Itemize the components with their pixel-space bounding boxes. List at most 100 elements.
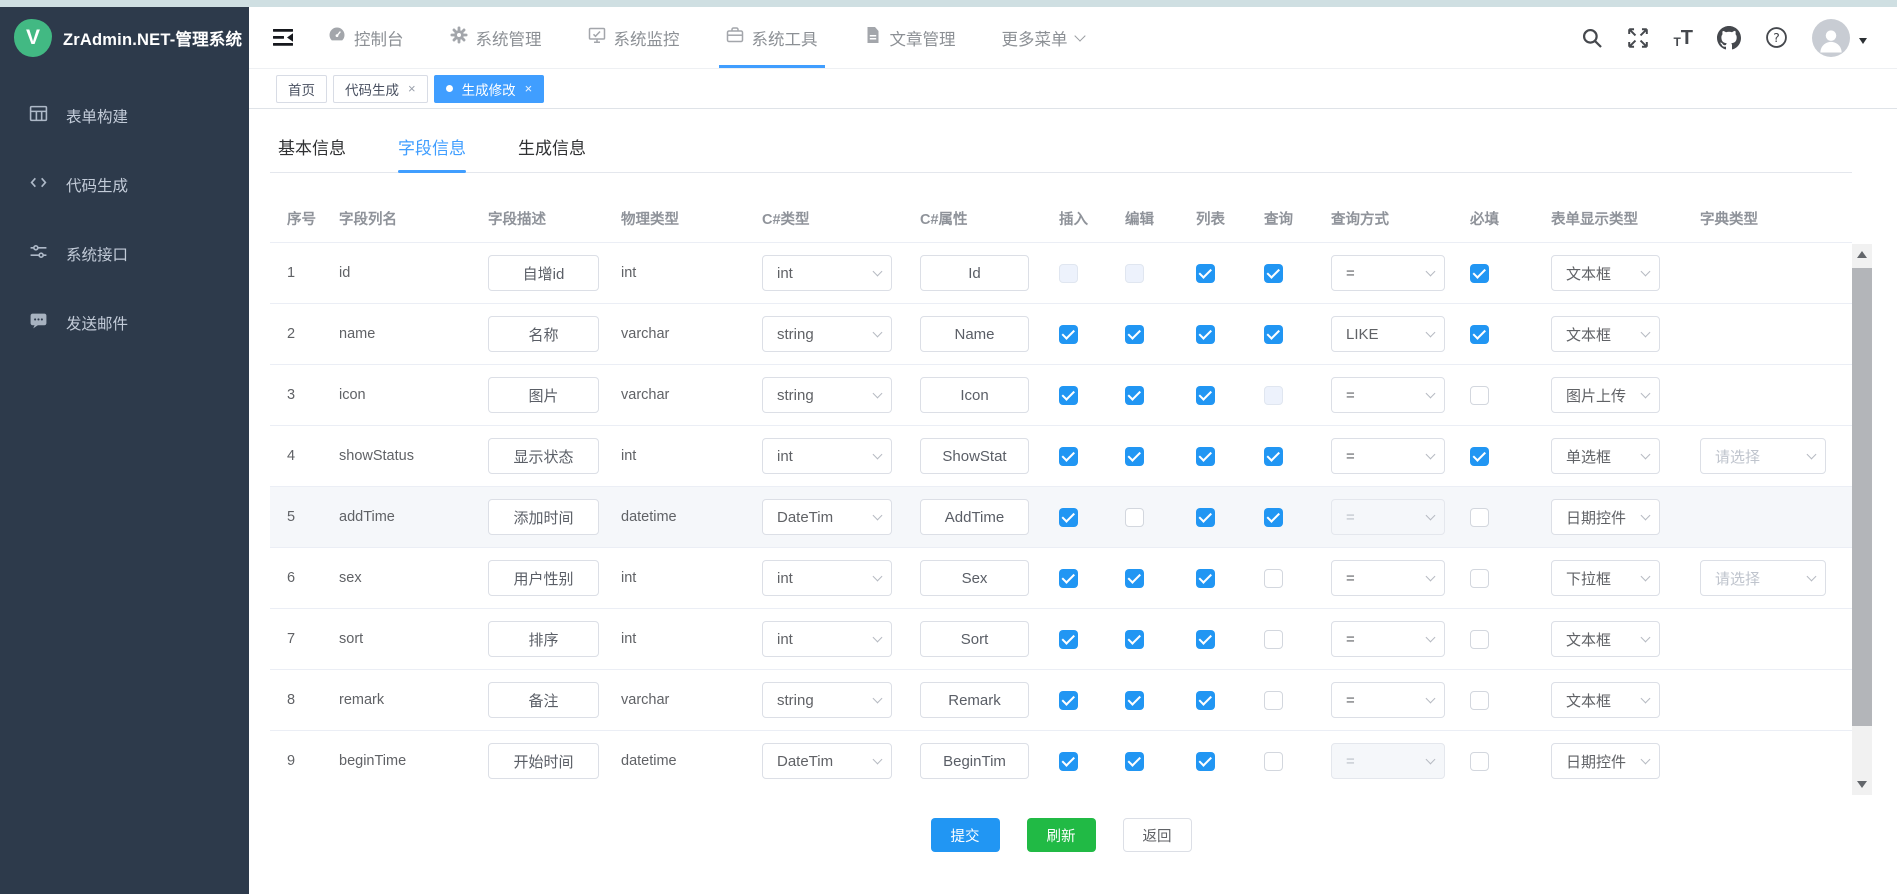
display-type-select[interactable]: 日期控件 — [1551, 743, 1660, 779]
list-checkbox[interactable] — [1196, 447, 1215, 466]
list-checkbox[interactable] — [1196, 264, 1215, 283]
edit-checkbox[interactable] — [1125, 386, 1144, 405]
query-checkbox[interactable] — [1264, 630, 1283, 649]
query-checkbox[interactable] — [1264, 508, 1283, 527]
nav-item-system-manage[interactable]: 系统管理 — [427, 7, 565, 68]
display-type-select[interactable]: 文本框 — [1551, 255, 1660, 291]
edit-checkbox[interactable] — [1125, 630, 1144, 649]
user-avatar-menu[interactable] — [1812, 19, 1867, 57]
required-checkbox[interactable] — [1470, 630, 1489, 649]
query-mode-select[interactable]: = — [1331, 682, 1445, 718]
collapse-sidebar-icon[interactable] — [273, 29, 293, 46]
dict-type-select[interactable]: 请选择 — [1700, 438, 1826, 474]
display-type-select[interactable]: 图片上传 — [1551, 377, 1660, 413]
query-checkbox[interactable] — [1264, 447, 1283, 466]
edit-checkbox[interactable] — [1125, 569, 1144, 588]
display-type-select[interactable]: 单选框 — [1551, 438, 1660, 474]
required-checkbox[interactable] — [1470, 569, 1489, 588]
description-input[interactable]: 开始时间 — [488, 743, 599, 779]
insert-checkbox[interactable] — [1059, 325, 1078, 344]
required-checkbox[interactable] — [1470, 325, 1489, 344]
list-checkbox[interactable] — [1196, 752, 1215, 771]
nav-item-dashboard[interactable]: 控制台 — [305, 7, 427, 68]
description-input[interactable]: 用户性别 — [488, 560, 599, 596]
close-icon[interactable]: × — [525, 82, 533, 95]
description-input[interactable]: 自增id — [488, 255, 599, 291]
list-checkbox[interactable] — [1196, 508, 1215, 527]
list-checkbox[interactable] — [1196, 691, 1215, 710]
back-button[interactable]: 返回 — [1123, 818, 1192, 852]
required-checkbox[interactable] — [1470, 386, 1489, 405]
cs-property-input[interactable]: BeginTim — [920, 743, 1029, 779]
edit-checkbox[interactable] — [1125, 325, 1144, 344]
nav-item-more-menu[interactable]: 更多菜单 — [979, 7, 1107, 68]
edit-checkbox[interactable] — [1125, 264, 1144, 283]
description-input[interactable]: 添加时间 — [488, 499, 599, 535]
cs-type-select[interactable]: string — [762, 377, 892, 413]
scroll-up-arrow-icon[interactable] — [1857, 251, 1867, 258]
description-input[interactable]: 排序 — [488, 621, 599, 657]
display-type-select[interactable]: 下拉框 — [1551, 560, 1660, 596]
query-checkbox[interactable] — [1264, 752, 1283, 771]
cs-type-select[interactable]: int — [762, 560, 892, 596]
list-checkbox[interactable] — [1196, 325, 1215, 344]
help-icon[interactable]: ? — [1765, 26, 1788, 49]
tab-basic-info[interactable]: 基本信息 — [278, 134, 346, 172]
insert-checkbox[interactable] — [1059, 447, 1078, 466]
cs-type-select[interactable]: int — [762, 438, 892, 474]
cs-property-input[interactable]: Id — [920, 255, 1029, 291]
query-mode-select[interactable]: LIKE — [1331, 316, 1445, 352]
required-checkbox[interactable] — [1470, 752, 1489, 771]
sidebar-item-send-mail[interactable]: 发送邮件 — [0, 288, 249, 357]
insert-checkbox[interactable] — [1059, 569, 1078, 588]
cs-type-select[interactable]: int — [762, 255, 892, 291]
scrollbar-thumb[interactable] — [1852, 268, 1872, 726]
dict-type-select[interactable]: 请选择 — [1700, 560, 1826, 596]
required-checkbox[interactable] — [1470, 508, 1489, 527]
cs-type-select[interactable]: DateTim — [762, 743, 892, 779]
cs-property-input[interactable]: ShowStat — [920, 438, 1029, 474]
tag-generate-edit[interactable]: 生成修改 × — [434, 75, 545, 103]
cs-property-input[interactable]: Sex — [920, 560, 1029, 596]
query-mode-select[interactable]: = — [1331, 499, 1445, 535]
insert-checkbox[interactable] — [1059, 508, 1078, 527]
query-mode-select[interactable]: = — [1331, 255, 1445, 291]
search-icon[interactable] — [1581, 27, 1603, 49]
display-type-select[interactable]: 文本框 — [1551, 621, 1660, 657]
query-mode-select[interactable]: = — [1331, 377, 1445, 413]
insert-checkbox[interactable] — [1059, 264, 1078, 283]
insert-checkbox[interactable] — [1059, 386, 1078, 405]
font-size-icon[interactable]: TT — [1673, 28, 1693, 48]
query-mode-select[interactable]: = — [1331, 743, 1445, 779]
refresh-button[interactable]: 刷新 — [1027, 818, 1096, 852]
edit-checkbox[interactable] — [1125, 447, 1144, 466]
query-mode-select[interactable]: = — [1331, 438, 1445, 474]
description-input[interactable]: 名称 — [488, 316, 599, 352]
display-type-select[interactable]: 文本框 — [1551, 316, 1660, 352]
query-mode-select[interactable]: = — [1331, 560, 1445, 596]
tag-home[interactable]: 首页 — [276, 75, 327, 103]
cs-type-select[interactable]: string — [762, 316, 892, 352]
query-mode-select[interactable]: = — [1331, 621, 1445, 657]
nav-item-system-tools[interactable]: 系统工具 — [703, 7, 841, 68]
query-checkbox[interactable] — [1264, 569, 1283, 588]
logo-row[interactable]: V ZrAdmin.NET-管理系统 — [0, 7, 249, 69]
list-checkbox[interactable] — [1196, 569, 1215, 588]
edit-checkbox[interactable] — [1125, 508, 1144, 527]
sidebar-item-system-api[interactable]: 系统接口 — [0, 219, 249, 288]
description-input[interactable]: 备注 — [488, 682, 599, 718]
query-checkbox[interactable] — [1264, 691, 1283, 710]
scroll-down-arrow-icon[interactable] — [1857, 781, 1867, 788]
cs-property-input[interactable]: Sort — [920, 621, 1029, 657]
github-icon[interactable] — [1717, 26, 1741, 50]
query-checkbox[interactable] — [1264, 325, 1283, 344]
fullscreen-icon[interactable] — [1627, 27, 1649, 49]
cs-type-select[interactable]: string — [762, 682, 892, 718]
required-checkbox[interactable] — [1470, 447, 1489, 466]
edit-checkbox[interactable] — [1125, 752, 1144, 771]
description-input[interactable]: 显示状态 — [488, 438, 599, 474]
nav-item-system-monitor[interactable]: 系统监控 — [565, 7, 703, 68]
insert-checkbox[interactable] — [1059, 752, 1078, 771]
vertical-scrollbar[interactable] — [1852, 244, 1872, 795]
edit-checkbox[interactable] — [1125, 691, 1144, 710]
